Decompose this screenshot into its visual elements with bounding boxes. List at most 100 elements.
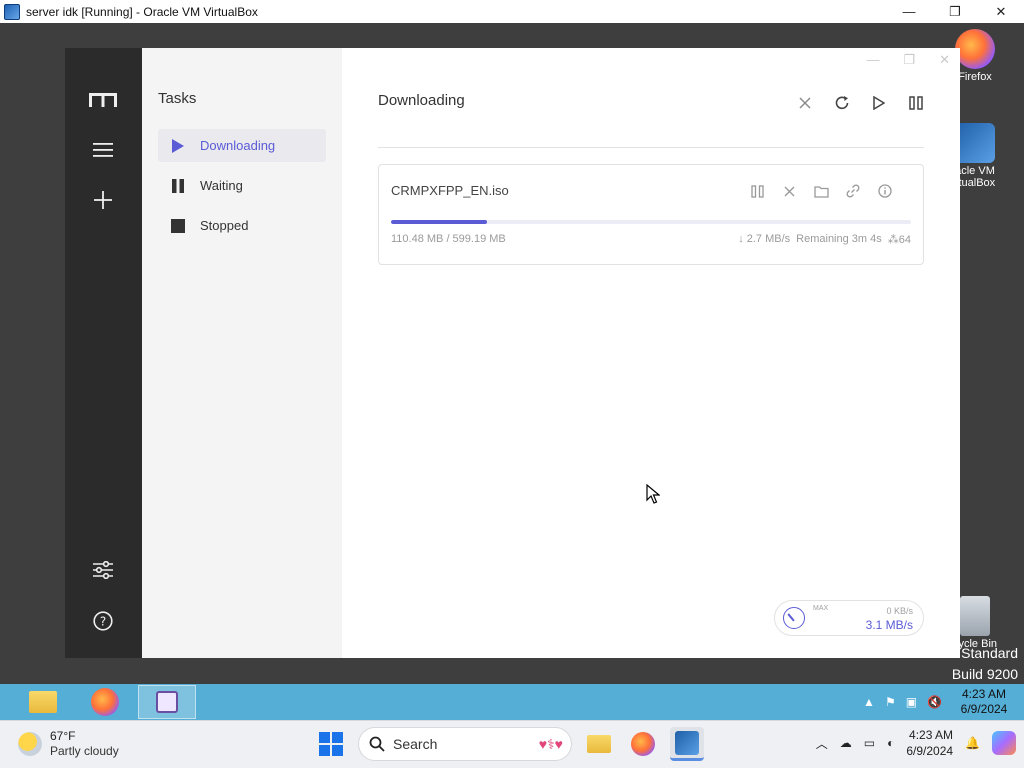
- guest-clock-date: 6/9/2024: [960, 702, 1008, 716]
- app-sidebar-rail: ?: [65, 48, 142, 658]
- subnav-item-stopped[interactable]: Stopped: [158, 209, 326, 242]
- search-placeholder: Search: [393, 736, 438, 752]
- speedometer[interactable]: MAX 0 KB/s 3.1 MB/s: [774, 600, 924, 636]
- page-title: Downloading: [378, 92, 465, 109]
- host-titlebar: server idk [Running] - Oracle VM Virtual…: [0, 0, 1024, 23]
- pause-all-button[interactable]: [907, 94, 924, 111]
- add-task-icon[interactable]: [87, 184, 119, 216]
- firefox-icon: [631, 732, 655, 756]
- task-list-menu-icon[interactable]: [87, 134, 119, 166]
- tray-expand-icon[interactable]: ▲: [863, 695, 875, 709]
- task-progress-fill: [391, 220, 487, 224]
- weather-widget[interactable]: 67°F Partly cloudy: [18, 729, 119, 759]
- taskbar-file-explorer[interactable]: [582, 727, 616, 761]
- windows-build-watermark: Standard Build 9200: [952, 643, 1018, 685]
- partly-cloudy-icon: [18, 732, 42, 756]
- guest-taskbar-explorer[interactable]: [14, 685, 72, 719]
- task-size-text: 110.48 MB / 599.19 MB: [391, 233, 506, 245]
- host-system-tray: ︿ ☁ ▭ ◐ 4:23 AM 6/9/2024 🔔: [816, 727, 1016, 759]
- task-pause-button[interactable]: [749, 183, 765, 199]
- task-info-button[interactable]: [877, 183, 893, 199]
- app-logo-icon[interactable]: [87, 84, 119, 116]
- task-connections-count: 64: [898, 234, 911, 246]
- guest-desktop: Firefox acle VM rtualBox cycle Bin Stand…: [0, 23, 1024, 720]
- speed-max-label: MAX: [813, 605, 829, 612]
- subnav-item-downloading[interactable]: Downloading: [158, 129, 326, 162]
- host-maximize-button[interactable]: ❐: [932, 0, 978, 23]
- task-delete-button[interactable]: [781, 183, 797, 199]
- app-close-button[interactable]: ✕: [939, 52, 950, 68]
- download-manager-app-icon: [156, 691, 178, 713]
- guest-taskbar: ▲ ⚑ ▣ 🔇 4:23 AM 6/9/2024: [0, 684, 1024, 720]
- action-center-flag-icon[interactable]: ⚑: [885, 695, 896, 709]
- guest-clock-time: 4:23 AM: [961, 687, 1007, 701]
- task-meta: 110.48 MB / 599.19 MB ↓ 2.7 MB/s Remaini…: [391, 233, 911, 246]
- host-minimize-button[interactable]: —: [886, 0, 932, 23]
- file-explorer-icon: [587, 735, 611, 753]
- taskbar-firefox[interactable]: [626, 727, 660, 761]
- host-clock-time: 4:23 AM: [909, 728, 954, 742]
- recycle-bin-icon: [960, 596, 990, 636]
- notification-bell-icon[interactable]: 🔔: [965, 736, 980, 750]
- speed-values: 0 KB/s 3.1 MB/s: [866, 604, 913, 632]
- refresh-button[interactable]: [833, 94, 850, 111]
- download-manager-window: ? Tasks Downloading Waiting Stopped — ❐ …: [65, 48, 960, 658]
- task-open-folder-button[interactable]: [813, 183, 829, 199]
- copilot-icon[interactable]: [992, 731, 1016, 755]
- host-close-button[interactable]: ✕: [978, 0, 1024, 23]
- guest-taskbar-firefox[interactable]: [76, 685, 134, 719]
- clear-tasks-button[interactable]: [796, 94, 813, 111]
- host-window-controls: — ❐ ✕: [886, 0, 1024, 23]
- weather-temperature: 67°F: [50, 729, 76, 743]
- guest-system-tray: ▲ ⚑ ▣ 🔇 4:23 AM 6/9/2024: [863, 687, 1024, 717]
- windows-logo-icon: [319, 732, 343, 756]
- virtualbox-icon: [4, 3, 20, 20]
- watermark-edition: Standard: [961, 645, 1018, 661]
- host-clock-date: 6/9/2024: [906, 744, 954, 758]
- connections-icon: ⁂: [887, 234, 899, 246]
- subnav-item-waiting[interactable]: Waiting: [158, 169, 326, 202]
- taskbar-search[interactable]: Search ♥⚕♥: [358, 727, 572, 761]
- app-maximize-button[interactable]: ❐: [903, 52, 915, 68]
- network-icon[interactable]: ▣: [906, 695, 917, 709]
- task-copy-link-button[interactable]: [845, 183, 861, 199]
- weather-description: Partly cloudy: [50, 744, 119, 758]
- subnav-title: Tasks: [158, 90, 197, 107]
- task-remaining-text: Remaining 3m 4s: [796, 233, 882, 245]
- svg-text:?: ?: [100, 615, 106, 629]
- tasks-subnav: Tasks Downloading Waiting Stopped: [142, 48, 342, 658]
- app-minimize-button[interactable]: —: [866, 52, 879, 68]
- network-icon[interactable]: ▭: [864, 736, 875, 750]
- desktop-icon-label: Firefox: [958, 71, 992, 83]
- search-highlight-icon: ♥⚕♥: [538, 735, 563, 752]
- pause-icon: [170, 178, 186, 194]
- volume-icon[interactable]: ◐: [887, 736, 894, 750]
- host-taskbar: 67°F Partly cloudy Search ♥⚕♥ ︿ ☁ ▭ ◐ 4:…: [0, 720, 1024, 768]
- task-item[interactable]: CRMPXFPP_EN.iso 110.48 MB / 599.19 MB ↓ …: [378, 164, 924, 265]
- task-actions: [749, 183, 893, 199]
- onedrive-icon[interactable]: ☁: [840, 736, 852, 750]
- header-actions: [796, 90, 924, 111]
- tray-overflow-icon[interactable]: ︿: [816, 735, 828, 752]
- start-button[interactable]: [314, 727, 348, 761]
- host-window-title: server idk [Running] - Oracle VM Virtual…: [26, 4, 258, 19]
- download-speed: 3.1 MB/s: [865, 618, 913, 632]
- upload-speed: 0 KB/s: [886, 606, 913, 616]
- file-explorer-icon: [29, 691, 57, 713]
- resume-all-button[interactable]: [870, 94, 887, 111]
- firefox-icon: [955, 29, 995, 69]
- taskbar-virtualbox-vm[interactable]: [670, 727, 704, 761]
- search-icon: [369, 736, 385, 752]
- host-clock[interactable]: 4:23 AM 6/9/2024: [906, 727, 953, 759]
- subnav-item-label: Stopped: [200, 218, 249, 233]
- main-header: Downloading: [378, 90, 924, 148]
- guest-taskbar-download-manager[interactable]: [138, 685, 196, 719]
- help-icon[interactable]: ?: [87, 605, 119, 637]
- task-speed-text: ↓ 2.7 MB/s: [738, 233, 791, 245]
- guest-clock[interactable]: 4:23 AM 6/9/2024: [952, 687, 1016, 717]
- virtualbox-icon: [955, 123, 995, 163]
- play-icon: [170, 138, 186, 154]
- firefox-icon: [91, 688, 119, 716]
- volume-muted-icon[interactable]: 🔇: [927, 695, 942, 709]
- preferences-sliders-icon[interactable]: [87, 554, 119, 586]
